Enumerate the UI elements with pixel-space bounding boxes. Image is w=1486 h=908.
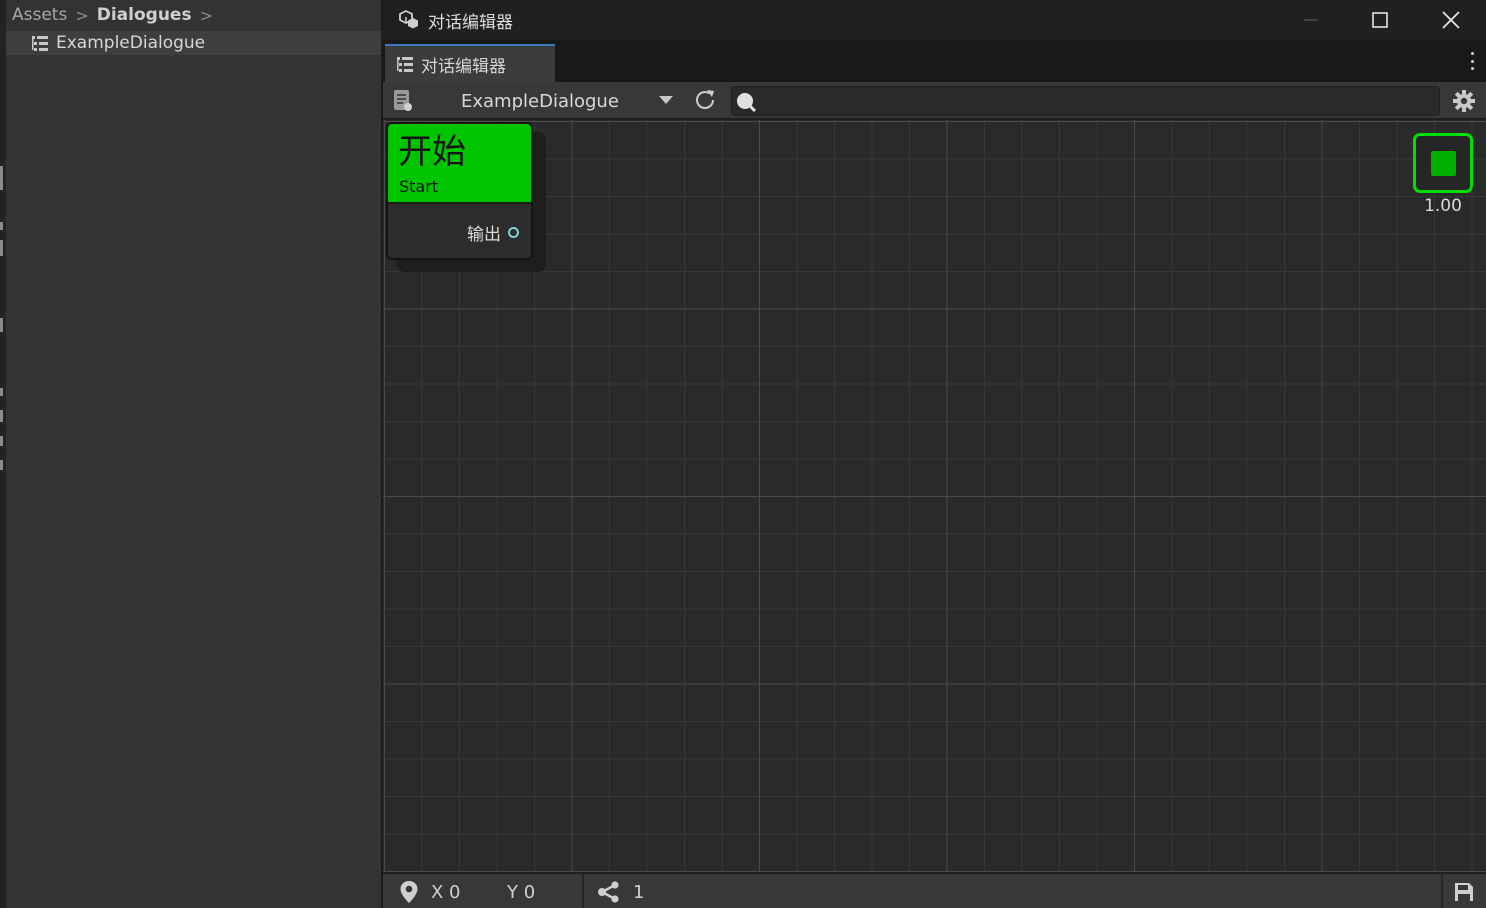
start-node[interactable]: 开始 Start 输出 — [386, 122, 546, 272]
status-divider — [1441, 874, 1443, 908]
settings-button[interactable] — [1453, 90, 1475, 116]
node-header[interactable]: 开始 Start — [388, 124, 531, 204]
map-pin-icon — [399, 880, 419, 908]
refresh-button[interactable] — [693, 88, 717, 116]
graph-canvas[interactable]: 开始 Start 输出 1.00 — [383, 120, 1486, 872]
chevron-right-icon[interactable]: > — [200, 6, 213, 25]
dropdown-arrow-icon — [659, 96, 673, 104]
edge-marker — [0, 388, 3, 396]
maximize-icon — [1372, 12, 1388, 28]
tab-bar: 对话编辑器 — [383, 40, 1486, 82]
edge-marker — [0, 436, 3, 446]
editor-toolbar: ExampleDialogue — [383, 82, 1486, 120]
minimize-icon — [1304, 19, 1318, 21]
unity-cubes-icon — [398, 9, 420, 31]
node-output-port: 输出 — [467, 220, 519, 245]
dialogue-editor-window: 对话编辑器 对话编辑器 ExampleDialogue 开始 Start 输出 … — [381, 0, 1486, 908]
zoom-indicator-fill — [1431, 151, 1456, 176]
breadcrumb: Assets > Dialogues > — [12, 2, 221, 28]
save-button[interactable] — [1454, 882, 1474, 906]
edge-marker — [0, 410, 3, 422]
edge-marker — [0, 240, 3, 256]
save-icon — [1455, 883, 1473, 901]
zoom-indicator[interactable] — [1413, 133, 1473, 193]
node-title: 开始 — [398, 132, 466, 172]
zoom-level: 1.00 — [1424, 196, 1462, 216]
node-body[interactable]: 开始 Start 输出 — [386, 122, 533, 260]
node-subtitle: Start — [399, 177, 439, 196]
search-field[interactable] — [731, 86, 1440, 116]
status-divider — [582, 874, 584, 908]
output-label: 输出 — [467, 225, 501, 245]
asset-item-exampledialogue[interactable]: ExampleDialogue — [6, 31, 381, 55]
cursor-y-readout: Y 0 — [507, 882, 536, 903]
window-titlebar[interactable]: 对话编辑器 — [383, 0, 1486, 40]
tab-dialogue-editor[interactable]: 对话编辑器 — [385, 44, 555, 82]
window-title: 对话编辑器 — [428, 12, 513, 33]
search-input[interactable] — [762, 87, 1432, 115]
list-icon — [397, 56, 413, 72]
dropdown-value: ExampleDialogue — [461, 90, 619, 112]
output-port-icon[interactable] — [508, 227, 519, 238]
refresh-icon — [696, 90, 714, 109]
edge-marker — [0, 318, 3, 332]
chevron-right-icon: > — [75, 5, 89, 25]
close-icon — [1442, 11, 1460, 29]
breadcrumb-assets[interactable]: Assets — [12, 5, 67, 25]
project-panel: Assets > Dialogues > ExampleDialogue — [0, 0, 381, 908]
maximize-button[interactable] — [1350, 0, 1410, 40]
node-count: 1 — [633, 882, 645, 903]
document-icon[interactable] — [393, 89, 413, 117]
close-button[interactable] — [1421, 0, 1481, 40]
edge-marker — [0, 222, 3, 230]
status-bar: X 0 Y 0 1 — [383, 872, 1486, 908]
edge-marker — [0, 460, 3, 470]
list-icon — [32, 35, 48, 51]
breadcrumb-dialogues[interactable]: Dialogues — [97, 5, 192, 25]
dialogue-dropdown[interactable]: ExampleDialogue — [423, 86, 683, 116]
asset-item-label: ExampleDialogue — [56, 33, 206, 53]
search-icon — [735, 92, 757, 116]
edge-marker — [0, 166, 3, 190]
vertical-dots-icon[interactable] — [1466, 52, 1478, 70]
tab-label: 对话编辑器 — [421, 56, 506, 77]
share-icon — [597, 881, 621, 907]
panel-edge-strip — [0, 0, 6, 908]
gear-icon — [1453, 90, 1475, 112]
cursor-x-readout: X 0 — [431, 882, 461, 903]
minimize-button[interactable] — [1281, 0, 1341, 40]
